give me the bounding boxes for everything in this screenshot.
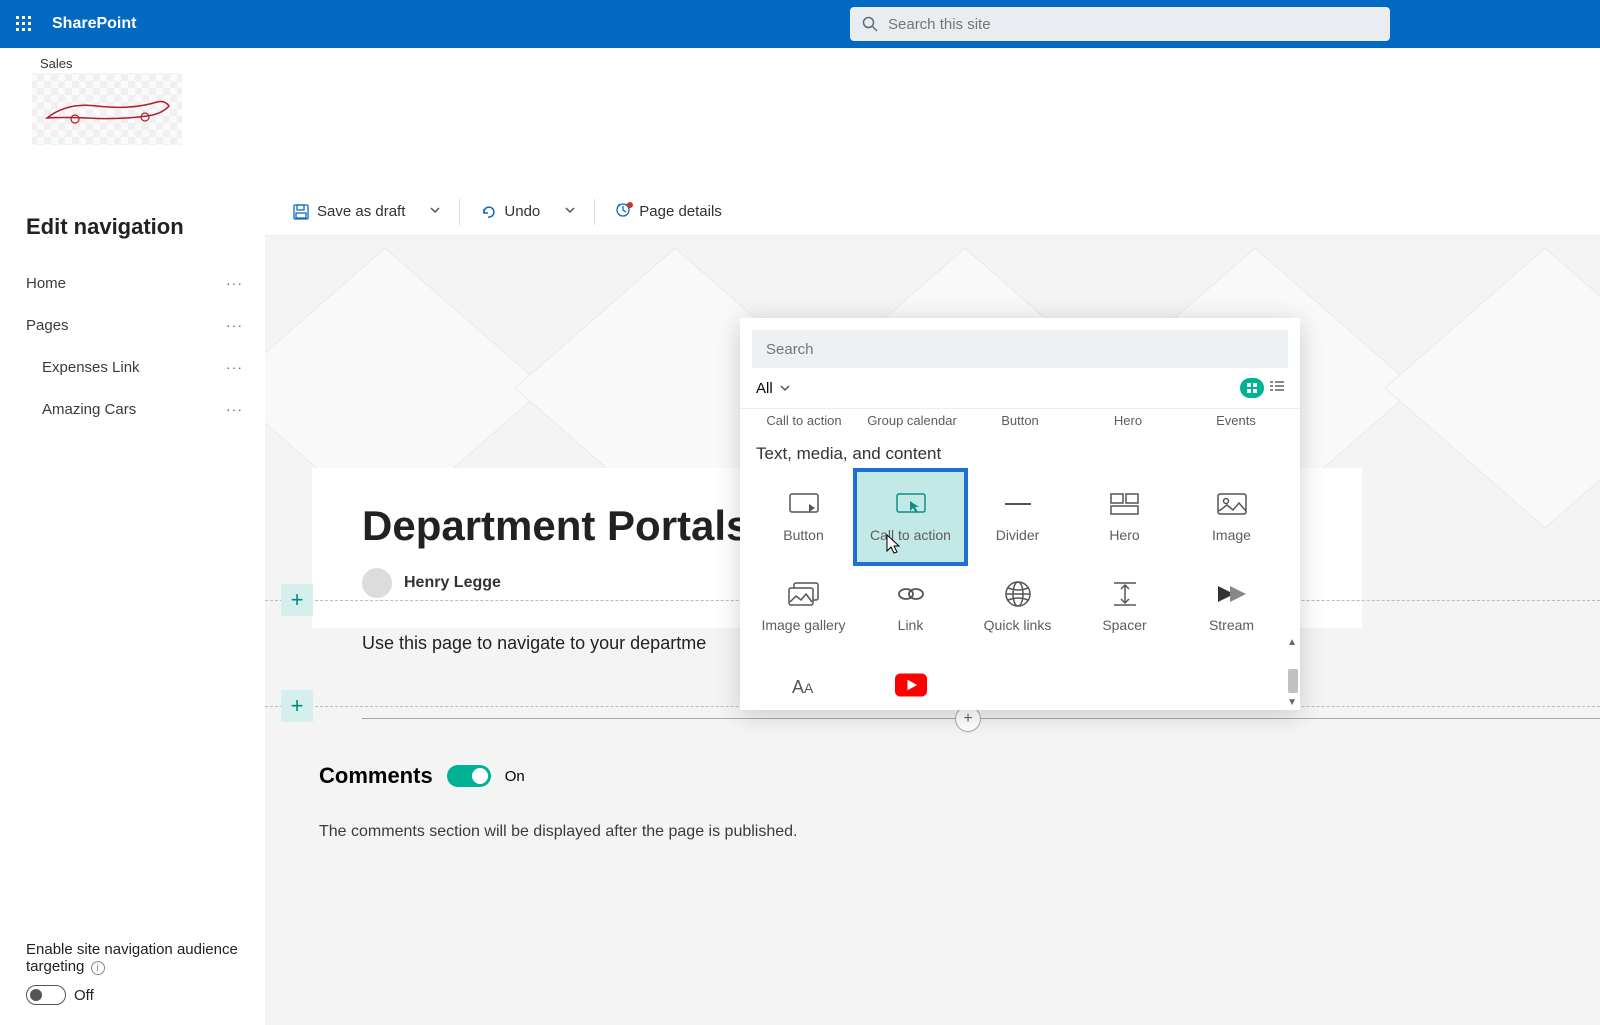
wp-partial[interactable]: Button: [970, 413, 1070, 428]
scroll-up-icon[interactable]: ▲: [1287, 637, 1297, 648]
command-bar: Save as draft Undo Page details: [265, 188, 1600, 236]
svg-text:A: A: [804, 680, 814, 696]
picker-filter-all[interactable]: All: [756, 380, 791, 397]
wp-link[interactable]: Link: [857, 562, 964, 652]
wp-quick-links[interactable]: Quick links: [964, 562, 1071, 652]
wp-image[interactable]: Image: [1178, 472, 1285, 562]
notification-dot-icon: [627, 202, 633, 208]
canvas: Save as draft Undo Page details Departme…: [265, 188, 1600, 1025]
undo-chevron[interactable]: [556, 197, 584, 227]
undo-button[interactable]: Undo: [470, 197, 550, 226]
add-section-button[interactable]: +: [281, 584, 313, 616]
page-details-button[interactable]: Page details: [605, 196, 732, 228]
view-list-toggle[interactable]: [1270, 379, 1284, 397]
comments-title: Comments: [319, 763, 433, 789]
suite-search[interactable]: [850, 7, 1390, 41]
wp-spacer[interactable]: Spacer: [1071, 562, 1178, 652]
webpart-picker: All Call to action Group calendar Button…: [740, 318, 1300, 710]
scrollbar-thumb[interactable]: [1288, 669, 1298, 693]
wp-text[interactable]: AA: [750, 660, 857, 710]
save-draft-button[interactable]: Save as draft: [283, 197, 415, 226]
wp-partial[interactable]: Events: [1186, 413, 1286, 428]
nav-item-more-icon[interactable]: ···: [226, 359, 251, 375]
page-body-text[interactable]: Use this page to navigate to your depart…: [362, 633, 706, 654]
audience-targeting-label: Enable site navigation audience targetin…: [26, 941, 238, 975]
nav-item-pages[interactable]: Pages···: [26, 304, 251, 346]
wp-button[interactable]: Button: [750, 472, 857, 562]
nav-item-more-icon[interactable]: ···: [226, 401, 251, 417]
comments-note: The comments section will be displayed a…: [319, 823, 797, 841]
wp-partial[interactable]: Call to action: [754, 413, 854, 428]
audience-targeting-toggle[interactable]: Off: [26, 985, 251, 1005]
save-draft-chevron[interactable]: [421, 197, 449, 227]
info-icon[interactable]: i: [91, 961, 105, 975]
wp-divider[interactable]: Divider: [964, 472, 1071, 562]
app-name: SharePoint: [52, 15, 136, 33]
nav-item-more-icon[interactable]: ···: [226, 317, 251, 333]
suite-search-input[interactable]: [888, 16, 1378, 33]
nav-item-expenses[interactable]: Expenses Link···: [26, 346, 251, 388]
wp-stream[interactable]: Stream: [1178, 562, 1285, 652]
wp-partial[interactable]: Hero: [1078, 413, 1178, 428]
site-title: Sales: [40, 56, 1568, 71]
comments-toggle-state: On: [505, 768, 525, 785]
nav-item-home[interactable]: Home···: [26, 262, 251, 304]
wp-image-gallery[interactable]: Image gallery: [750, 562, 857, 652]
scroll-down-icon[interactable]: ▼: [1287, 697, 1297, 708]
wp-partial[interactable]: Group calendar: [862, 413, 962, 428]
view-grid-toggle[interactable]: [1240, 378, 1264, 398]
nav-item-more-icon[interactable]: ···: [226, 275, 251, 291]
picker-search-input[interactable]: [766, 341, 1274, 358]
picker-section-label: Text, media, and content: [750, 436, 1290, 472]
avatar: [362, 568, 392, 598]
comments-toggle[interactable]: [447, 765, 491, 787]
add-section-button[interactable]: +: [281, 690, 313, 722]
site-logo[interactable]: [32, 73, 182, 145]
wp-hero[interactable]: Hero: [1071, 472, 1178, 562]
nav-heading: Edit navigation: [26, 214, 251, 240]
wp-call-to-action[interactable]: Call to action: [857, 472, 964, 562]
left-nav: Edit navigation Home··· Pages··· Expense…: [0, 188, 265, 1025]
svg-text:A: A: [792, 677, 804, 697]
picker-search[interactable]: [752, 330, 1288, 368]
app-launcher-button[interactable]: [0, 0, 48, 48]
wp-youtube[interactable]: [857, 660, 964, 710]
nav-item-amazing-cars[interactable]: Amazing Cars···: [26, 388, 251, 430]
